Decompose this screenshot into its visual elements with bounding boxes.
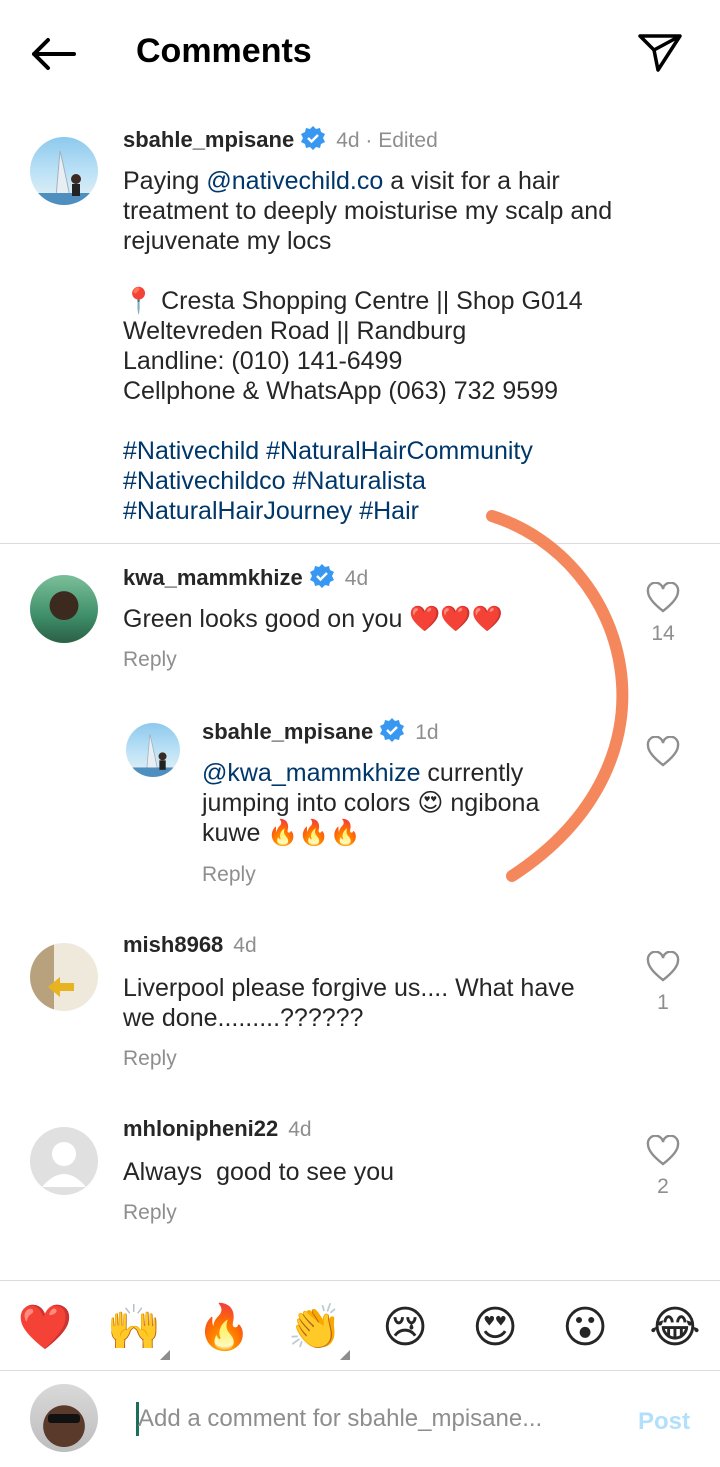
emoji-laughing[interactable]: 😂 (645, 1298, 705, 1358)
location-pin-icon: 📍 (123, 287, 155, 315)
hashtags-line-3[interactable]: #NaturalHairJourney #Hair (123, 496, 703, 526)
hashtags-line-1[interactable]: #Nativechild #NaturalHairCommunity (123, 436, 703, 466)
emoji-crying[interactable]: 😢 (375, 1298, 435, 1358)
heart-outline-icon[interactable] (646, 951, 680, 983)
heart-outline-icon[interactable] (646, 736, 680, 768)
reply-button[interactable]: Reply (202, 863, 256, 887)
caption-meta: 4d · Edited (336, 129, 438, 152)
caption-avatar[interactable] (30, 137, 98, 205)
post-button[interactable]: Post (638, 1408, 690, 1436)
emoji-surprised[interactable]: 😮 (555, 1298, 615, 1358)
burj-photo-icon (126, 734, 180, 777)
back-arrow-icon[interactable] (28, 36, 78, 72)
reply-button[interactable]: Reply (123, 1047, 177, 1071)
like-count: 1 (657, 991, 669, 1014)
reply-username[interactable]: sbahle_mpisane (202, 719, 373, 744)
reply-time: 1d (415, 721, 439, 744)
comment-time: 4d (288, 1118, 312, 1141)
default-user-icon (42, 1142, 86, 1187)
comment-username[interactable]: kwa_mammkhize (123, 565, 303, 590)
comment-username[interactable]: mish8968 (123, 932, 223, 957)
comment-avatar[interactable] (30, 1127, 98, 1195)
page-title: Comments (136, 32, 312, 70)
comment-text: Green looks good on you ❤️❤️❤️ (123, 605, 503, 633)
emoji-fire[interactable]: 🔥 (194, 1298, 254, 1358)
skin-tone-indicator (340, 1350, 350, 1360)
emoji-heart-eyes[interactable]: 😍 (465, 1298, 525, 1358)
reply-header: sbahle_mpisane 1d (202, 717, 439, 745)
comment-time: 4d (233, 934, 257, 957)
emoji-heart[interactable]: ❤️ (15, 1298, 75, 1358)
sunglasses-face-icon (48, 1414, 80, 1423)
caption-divider (0, 543, 720, 544)
current-user-avatar (30, 1384, 98, 1452)
comment-time: 4d (344, 567, 369, 590)
reply-button[interactable]: Reply (123, 648, 177, 672)
caption-username[interactable]: sbahle_mpisane (123, 127, 294, 152)
like-count: 2 (657, 1175, 669, 1198)
comment-header: kwa_mammkhize 4d (123, 563, 368, 591)
comment-avatar[interactable] (30, 575, 98, 643)
verified-badge-icon (380, 718, 405, 742)
comment-avatar[interactable] (30, 943, 98, 1011)
emoji-raised-hands[interactable]: 🙌 (104, 1298, 164, 1358)
comment-text: Liverpool please forgive us.... What hav… (123, 974, 575, 1032)
reply-avatar[interactable] (126, 723, 180, 777)
comment-input[interactable]: Add a comment for sbahle_mpisane... (138, 1405, 618, 1433)
mention-link[interactable]: @kwa_mammkhize (202, 759, 420, 787)
comment-header: mhlonipheni22 4d (123, 1116, 312, 1142)
comment-text: Always good to see you (123, 1158, 394, 1186)
reply-text: @kwa_mammkhize currently jumping into co… (202, 759, 540, 847)
verified-badge-icon (309, 564, 334, 588)
heart-outline-icon[interactable] (646, 582, 680, 614)
burj-photo-icon (30, 150, 98, 205)
mention-link[interactable]: @nativechild.co (206, 167, 383, 195)
caption-header: sbahle_mpisane 4d · Edited (123, 125, 438, 153)
paper-plane-icon[interactable] (636, 30, 684, 74)
verified-badge-icon (301, 126, 326, 150)
emoji-clapping[interactable]: 👏 (285, 1298, 345, 1358)
comment-header: mish8968 4d (123, 932, 257, 958)
heart-outline-icon[interactable] (646, 1135, 680, 1167)
like-count: 14 (651, 622, 675, 645)
reply-button[interactable]: Reply (123, 1201, 177, 1225)
hashtags-line-2[interactable]: #Nativechildco #Naturalista (123, 466, 703, 496)
comment-username[interactable]: mhlonipheni22 (123, 1116, 278, 1141)
skin-tone-indicator (160, 1350, 170, 1360)
arrow-sign-photo-icon (48, 977, 74, 997)
caption-text: Paying @nativechild.co a visit for a hai… (123, 166, 703, 526)
